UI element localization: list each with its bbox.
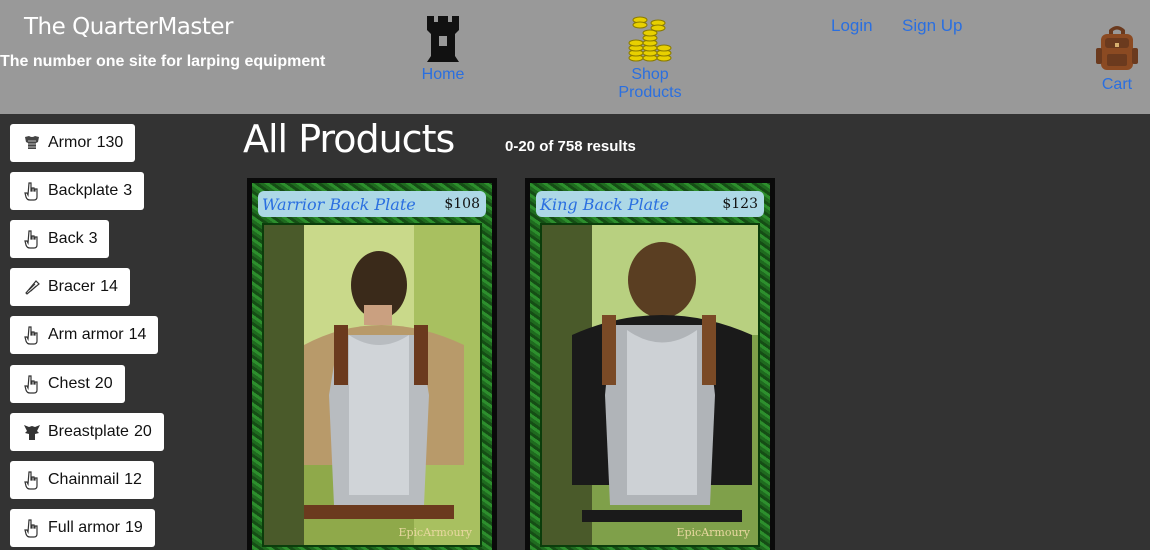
hand-pointer-icon xyxy=(22,181,42,201)
category-count: 20 xyxy=(94,375,113,392)
bracer-icon xyxy=(22,277,42,297)
category-arm-armor[interactable]: Arm armor 14 xyxy=(10,316,159,354)
login-link[interactable]: Login xyxy=(831,16,873,36)
hand-pointer-icon xyxy=(22,470,42,490)
breastplate-icon xyxy=(22,422,42,442)
category-label: Breastplate xyxy=(48,423,129,440)
category-count: 3 xyxy=(88,230,98,247)
page-title: All Products xyxy=(243,117,455,161)
nav-home[interactable]: Home xyxy=(412,14,474,84)
watermark-text: EpicArmoury xyxy=(398,526,472,539)
category-label: Chainmail xyxy=(48,471,120,488)
nav-home-label[interactable]: Home xyxy=(412,66,474,84)
category-label: Back xyxy=(48,230,84,247)
category-label: Arm armor xyxy=(48,326,124,343)
nav-cart[interactable]: Cart xyxy=(1092,24,1142,94)
category-label: Bracer xyxy=(48,278,96,295)
nav-shop-products[interactable]: Shop Products xyxy=(598,14,702,102)
category-bracer[interactable]: Bracer 14 xyxy=(10,268,130,306)
signup-link[interactable]: Sign Up xyxy=(902,16,962,36)
nav-shop-label[interactable]: Shop Products xyxy=(598,66,702,102)
watermark-text: EpicArmoury xyxy=(676,526,750,539)
hand-pointer-icon xyxy=(22,229,42,249)
site-title[interactable]: The QuarterMaster xyxy=(24,14,234,40)
product-name[interactable]: King Back Plate xyxy=(540,195,669,214)
category-count: 3 xyxy=(123,182,133,199)
site-tagline: The number one site for larping equipmen… xyxy=(0,53,326,70)
hand-pointer-icon xyxy=(22,518,42,538)
category-label: Armor xyxy=(48,134,92,151)
castle-tower-icon[interactable] xyxy=(425,14,461,64)
product-image[interactable]: EpicArmoury xyxy=(262,223,482,547)
results-count: 0-20 of 758 results xyxy=(505,138,636,155)
product-price: $123 xyxy=(722,196,758,212)
category-full-armor[interactable]: Full armor 19 xyxy=(10,509,155,547)
category-count: 20 xyxy=(133,423,152,440)
category-breastplate[interactable]: Breastplate 20 xyxy=(10,413,164,451)
category-label: Chest xyxy=(48,375,90,392)
category-count: 14 xyxy=(128,326,147,343)
category-chest[interactable]: Chest 20 xyxy=(10,365,125,403)
category-count: 19 xyxy=(125,519,143,536)
site-header: The QuarterMaster The number one site fo… xyxy=(0,0,1150,114)
product-price: $108 xyxy=(444,196,480,212)
hand-pointer-icon xyxy=(22,374,42,394)
product-card[interactable]: Warrior Back Plate $108 EpicArmoury xyxy=(247,178,497,550)
armor-icon xyxy=(22,133,42,153)
product-card-header: Warrior Back Plate $108 xyxy=(258,191,486,217)
product-name[interactable]: Warrior Back Plate xyxy=(262,195,416,214)
category-backplate[interactable]: Backplate 3 xyxy=(10,172,145,210)
category-count: 130 xyxy=(96,134,124,151)
category-label: Full armor xyxy=(48,519,121,536)
category-label: Backplate xyxy=(48,182,119,199)
hand-pointer-icon xyxy=(22,325,42,345)
gold-coins-icon[interactable] xyxy=(628,14,672,64)
category-count: 14 xyxy=(100,278,118,295)
backpack-icon[interactable] xyxy=(1095,24,1139,72)
nav-cart-label[interactable]: Cart xyxy=(1092,76,1142,94)
product-card-header: King Back Plate $123 xyxy=(536,191,764,217)
category-count: 12 xyxy=(124,471,142,488)
product-card-frame: Warrior Back Plate $108 EpicArmoury xyxy=(252,183,492,550)
product-card-frame: King Back Plate $123 EpicArmoury xyxy=(530,183,770,550)
category-back[interactable]: Back 3 xyxy=(10,220,110,258)
category-chainmail[interactable]: Chainmail 12 xyxy=(10,461,154,499)
product-card[interactable]: King Back Plate $123 EpicArmoury xyxy=(525,178,775,550)
category-armor[interactable]: Armor 130 xyxy=(10,124,136,162)
product-image[interactable]: EpicArmoury xyxy=(540,223,760,547)
